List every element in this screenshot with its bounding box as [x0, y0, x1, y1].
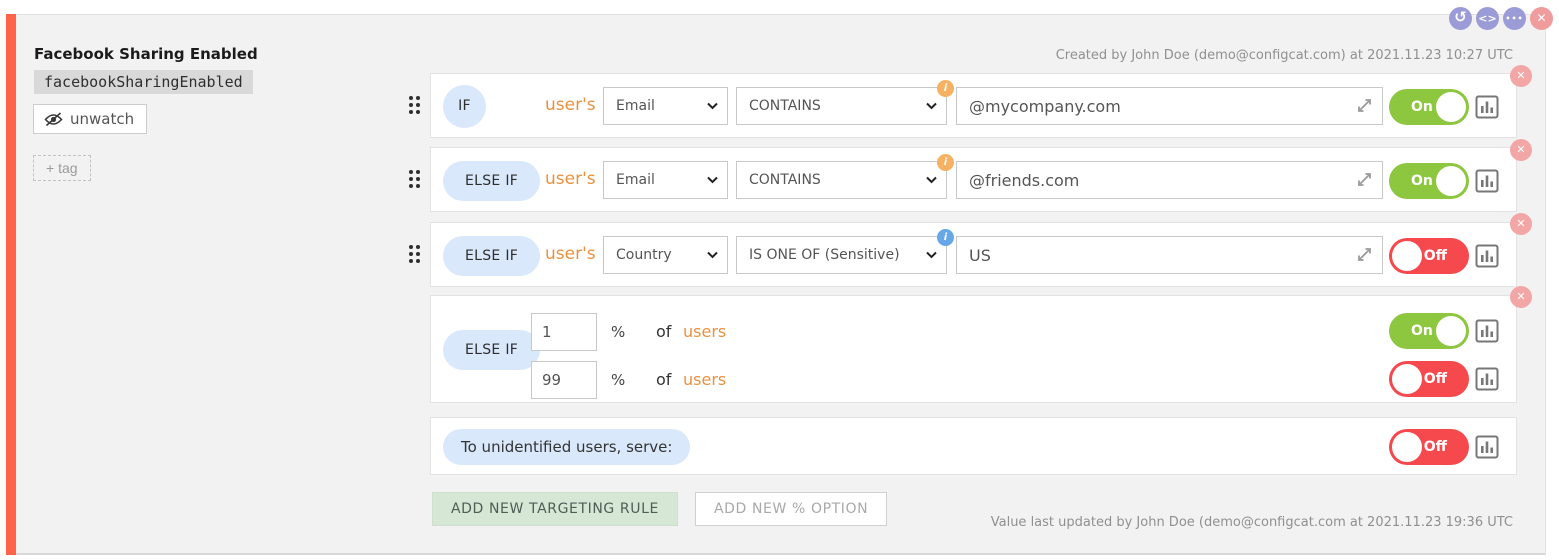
toggle-label: Off — [1424, 238, 1447, 274]
toggle-label: Off — [1424, 429, 1447, 465]
comparator-select-value: IS ONE OF (Sensitive) — [749, 247, 900, 263]
attribute-select-value: Email — [616, 98, 655, 114]
comparison-value-wrap — [956, 236, 1383, 274]
attribute-select-value: Email — [616, 172, 655, 188]
stats-icon[interactable] — [1475, 435, 1499, 459]
toggle-knob — [1392, 364, 1422, 394]
rule-badge: IF — [443, 85, 486, 128]
attribute-select[interactable]: Country — [603, 236, 728, 274]
targeting-rule-3: ELSE IF user's Country IS ONE OF (Sensit… — [430, 222, 1517, 287]
attribute-select[interactable]: Email — [603, 87, 728, 125]
serve-value-toggle[interactable]: Off — [1389, 429, 1469, 465]
rule-badge: ELSE IF — [443, 161, 540, 201]
serve-value-toggle[interactable]: Off — [1389, 238, 1469, 274]
delete-rule-icon[interactable]: ✕ — [1510, 139, 1532, 161]
stats-icon[interactable] — [1475, 367, 1499, 391]
percent-sign: % — [611, 323, 625, 341]
expand-icon[interactable] — [1356, 246, 1373, 263]
comparator-select-value: CONTAINS — [749, 172, 821, 188]
default-rule: To unidentified users, serve: Off — [430, 417, 1517, 475]
chevron-down-icon — [926, 176, 937, 184]
unwatch-button[interactable]: unwatch — [33, 104, 147, 134]
comparison-value-input[interactable] — [956, 161, 1383, 199]
toggle-label: Off — [1424, 361, 1447, 397]
stats-icon[interactable] — [1475, 319, 1499, 343]
of-label: of — [656, 322, 671, 341]
percentage-input[interactable] — [531, 313, 597, 351]
comparator-select[interactable]: CONTAINS i — [736, 161, 947, 199]
chevron-down-icon — [707, 251, 718, 259]
drag-handle[interactable] — [409, 96, 420, 114]
serve-value-toggle[interactable]: Off — [1389, 361, 1469, 397]
add-tag-button[interactable]: + tag — [33, 155, 91, 181]
rule-badge: ELSE IF — [443, 330, 540, 370]
toggle-knob — [1392, 432, 1422, 462]
chevron-down-icon — [926, 102, 937, 110]
comparison-value-input[interactable] — [956, 87, 1383, 125]
add-targeting-rule-button[interactable]: ADD NEW TARGETING RULE — [432, 492, 678, 526]
rule-subject-label: user's — [545, 244, 596, 264]
serve-value-toggle[interactable]: On — [1389, 163, 1469, 199]
info-icon[interactable]: i — [937, 154, 954, 171]
drag-handle[interactable] — [409, 170, 420, 188]
more-icon[interactable]: ••• — [1503, 7, 1526, 30]
toggle-knob — [1392, 241, 1422, 271]
attribute-select-value: Country — [616, 247, 672, 263]
toggle-label: On — [1411, 163, 1433, 199]
toggle-label: On — [1411, 313, 1433, 349]
comparator-select[interactable]: CONTAINS i — [736, 87, 947, 125]
add-percent-option-button[interactable]: ADD NEW % OPTION — [695, 492, 887, 526]
drag-handle[interactable] — [409, 245, 420, 263]
stats-icon[interactable] — [1475, 169, 1499, 193]
targeting-rule-1: IF user's Email CONTAINS i On — [430, 73, 1517, 138]
percent-sign: % — [611, 371, 625, 389]
serve-value-toggle[interactable]: On — [1389, 89, 1469, 125]
users-link[interactable]: users — [683, 370, 726, 389]
default-rule-badge: To unidentified users, serve: — [443, 429, 690, 465]
last-updated-text: Value last updated by John Doe (demo@con… — [991, 515, 1513, 530]
targeting-rule-2: ELSE IF user's Email CONTAINS i On — [430, 147, 1517, 212]
chevron-down-icon — [707, 102, 718, 110]
comparator-select-value: CONTAINS — [749, 98, 821, 114]
delete-rule-icon[interactable]: ✕ — [1510, 286, 1532, 308]
created-by-text: Created by John Doe (demo@configcat.com)… — [1056, 48, 1513, 63]
accent-bar — [6, 14, 16, 555]
flag-title: Facebook Sharing Enabled — [34, 45, 258, 63]
of-label: of — [656, 370, 671, 389]
comparison-value-wrap — [956, 161, 1383, 199]
toggle-knob — [1436, 316, 1466, 346]
stats-icon[interactable] — [1475, 95, 1499, 119]
comparator-select[interactable]: IS ONE OF (Sensitive) i — [736, 236, 947, 274]
toggle-label: On — [1411, 89, 1433, 125]
delete-rule-icon[interactable]: ✕ — [1510, 213, 1532, 235]
rule-subject-label: user's — [545, 95, 596, 115]
percentage-rule: ELSE IF % of users On % of users Off — [430, 295, 1517, 403]
history-icon[interactable]: ↺ — [1449, 7, 1472, 30]
stats-icon[interactable] — [1475, 244, 1499, 268]
eye-off-icon — [44, 112, 63, 127]
flag-key-badge: facebookSharingEnabled — [34, 70, 253, 94]
expand-icon[interactable] — [1356, 171, 1373, 188]
feature-flag-panel: ↺ <> ••• ✕ Facebook Sharing Enabled face… — [0, 0, 1559, 560]
toggle-knob — [1436, 166, 1466, 196]
rule-badge: ELSE IF — [443, 236, 540, 276]
users-link[interactable]: users — [683, 322, 726, 341]
comparison-value-input[interactable] — [956, 236, 1383, 274]
chevron-down-icon — [926, 251, 937, 259]
serve-value-toggle[interactable]: On — [1389, 313, 1469, 349]
code-icon[interactable]: <> — [1476, 7, 1499, 30]
comparison-value-wrap — [956, 87, 1383, 125]
expand-icon[interactable] — [1356, 97, 1373, 114]
chevron-down-icon — [707, 176, 718, 184]
toggle-knob — [1436, 92, 1466, 122]
info-icon[interactable]: i — [937, 229, 954, 246]
attribute-select[interactable]: Email — [603, 161, 728, 199]
close-icon[interactable]: ✕ — [1530, 7, 1553, 30]
delete-rule-icon[interactable]: ✕ — [1510, 65, 1532, 87]
unwatch-label: unwatch — [70, 110, 134, 128]
info-icon[interactable]: i — [937, 80, 954, 97]
percentage-input[interactable] — [531, 361, 597, 399]
rule-subject-label: user's — [545, 169, 596, 189]
